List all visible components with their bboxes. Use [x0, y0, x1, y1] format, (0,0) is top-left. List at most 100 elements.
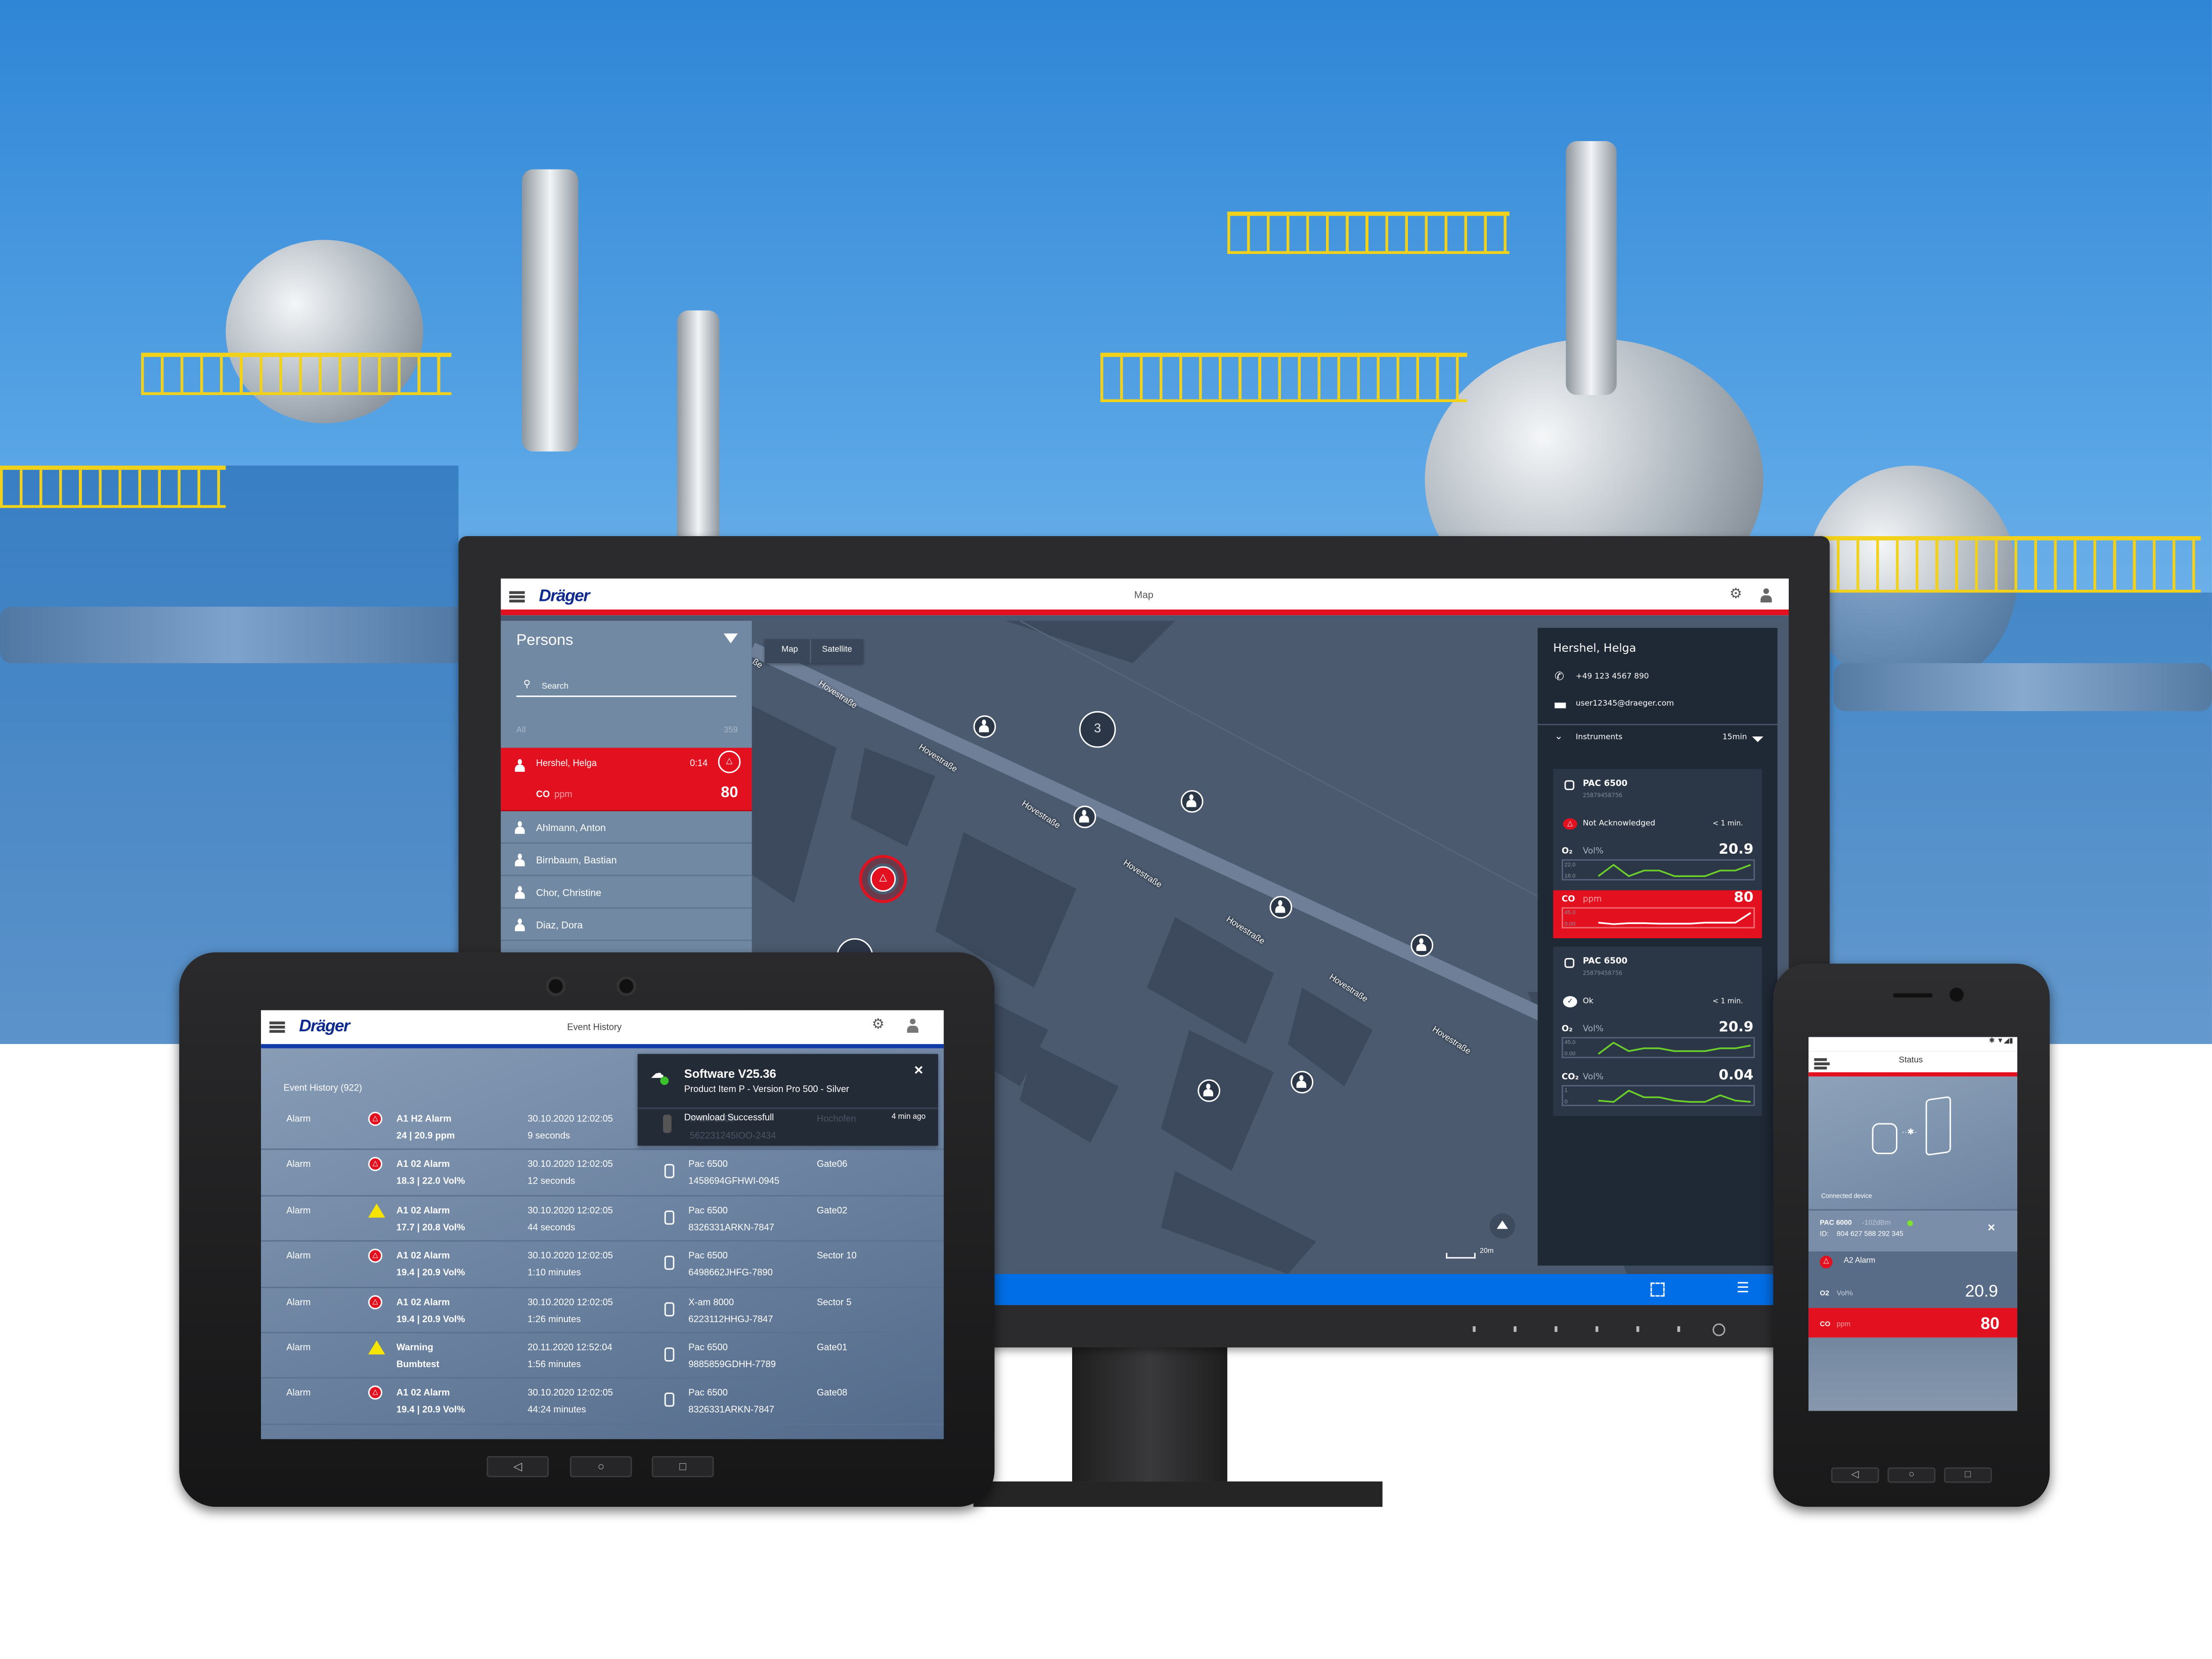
header-title: Event History [567, 1023, 622, 1033]
menu-icon[interactable] [269, 1021, 285, 1033]
instrument-card[interactable]: PAC 6500 25879458756 ✓ Ok < 1 min. O₂ Vol% 20.9… [1553, 946, 1762, 1116]
person-marker[interactable] [1073, 805, 1096, 828]
home-button[interactable]: ○ [569, 1456, 632, 1477]
event-row[interactable]: Alarm A1 02 Alarm 17.7 | 20.8 Vol% 30.10.20… [261, 1196, 944, 1242]
person-item-active[interactable]: Hershel, Helga 0:14 △ CO ppm 80 [501, 748, 752, 811]
event-date: 30.10.2020 12:02:05 [527, 1114, 613, 1125]
device-name: Pac 6500 [688, 1251, 728, 1262]
compass-button[interactable] [1489, 1213, 1515, 1239]
person-marker[interactable] [1410, 934, 1434, 957]
disconnect-icon[interactable]: × [1987, 1220, 1995, 1235]
device-serial: 8326331ARKN-7847 [688, 1406, 775, 1416]
person-item[interactable]: Birnbaum, Bastian [501, 845, 752, 877]
device-icon [664, 1347, 675, 1362]
person-icon [1296, 1075, 1307, 1088]
camera-icon [1950, 987, 1964, 1002]
monitor-stand-base [973, 1481, 1383, 1507]
alarm-a1-icon: △ [368, 1294, 382, 1309]
recents-button[interactable]: □ [1943, 1467, 1992, 1483]
user-icon[interactable] [1760, 588, 1772, 603]
gas-channel-alarm: CO ppm 80 45.0 0.00 [1553, 890, 1762, 939]
gas-label: O₂ [1561, 1024, 1573, 1034]
user-icon[interactable] [907, 1019, 918, 1033]
ghost-serial: 562231245IOO-2434 [690, 1131, 776, 1142]
home-button[interactable]: ○ [1887, 1467, 1936, 1483]
alarm-a1-icon: △ [368, 1157, 382, 1172]
list-export-icon[interactable]: ☰ [1737, 1281, 1749, 1297]
filter-icon[interactable] [724, 633, 738, 644]
search-input[interactable]: ⚲ Search [516, 677, 737, 697]
back-button[interactable]: ◁ [1831, 1467, 1879, 1483]
device-serial: 6498662JHFG-7890 [688, 1269, 773, 1279]
person-icon [1275, 900, 1286, 913]
alarm-timer: 0:14 [690, 759, 708, 769]
event-type: Alarm [286, 1388, 311, 1399]
device-name: Pac 6500 [688, 1206, 728, 1216]
device-serial: 1458694GFHWI-0945 [688, 1177, 780, 1188]
person-icon [1203, 1083, 1213, 1097]
settings-icon[interactable]: ⚙ [1730, 587, 1742, 602]
event-detail: 24 | 20.9 ppm [396, 1131, 455, 1142]
gas-unit: Vol% [1582, 846, 1604, 857]
event-row[interactable]: Alarm △ A1 02 Alarm 18.3 | 22.0 Vol% 30.10.2… [261, 1151, 944, 1196]
status-age: < 1 min. [1712, 997, 1743, 1006]
bluetooth-wifi-signal-battery-icons: ✱ ▼◢▮ [1988, 1037, 2013, 1046]
person-marker[interactable] [1198, 1079, 1220, 1102]
check-icon [660, 1076, 669, 1085]
person-marker[interactable] [1180, 790, 1204, 813]
event-row[interactable]: Alarm △ A1 02 Alarm 19.4 | 20.9 Vol% 30.10.2… [261, 1288, 944, 1334]
event-duration: 44:24 minutes [527, 1406, 586, 1416]
filter-all-label[interactable]: All [516, 727, 526, 735]
alarm-a2-icon: △ [718, 751, 741, 773]
alarm-a2-icon: △ [870, 866, 896, 892]
person-marker[interactable] [973, 715, 996, 738]
event-type: Alarm [286, 1343, 311, 1354]
person-marker[interactable] [1269, 896, 1293, 919]
menu-icon[interactable] [1814, 1058, 1830, 1070]
event-row[interactable]: Alarm △ A1 02 Alarm 19.4 | 20.9 Vol% 30.10.2… [261, 1242, 944, 1288]
close-icon[interactable]: × [914, 1062, 923, 1079]
event-row[interactable]: Alarm △ A1 02 Alarm 19.4 | 20.9 Vol% 30.10.2… [261, 1379, 944, 1425]
email-icon [1555, 703, 1566, 709]
person-item[interactable]: Ahlmann, Anton [501, 813, 752, 844]
alarm-marker[interactable]: △ [859, 855, 907, 903]
tab-satellite[interactable]: Satellite [811, 639, 863, 663]
settings-icon[interactable]: ⚙ [872, 1017, 884, 1033]
event-date: 30.10.2020 12:02:05 [527, 1388, 613, 1399]
earpiece [1893, 993, 1933, 998]
detail-email[interactable]: user12345@draeger.com [1576, 700, 1674, 709]
gas-label: CO [1561, 894, 1575, 905]
scale-label: 20m [1480, 1247, 1494, 1256]
tab-map[interactable]: Map [765, 639, 811, 664]
gas-value: 0.04 [1718, 1068, 1754, 1084]
trend-line [1598, 1041, 1751, 1055]
camera-icon [616, 976, 637, 996]
back-button[interactable]: ◁ [486, 1456, 549, 1477]
focus-icon[interactable] [1650, 1282, 1665, 1297]
event-date: 30.10.2020 12:02:05 [527, 1206, 613, 1216]
recents-button[interactable]: □ [651, 1456, 714, 1477]
instrument-card[interactable]: PAC 6500 25879458756 △ Not Acknowledged < 1 … [1553, 769, 1762, 939]
person-item[interactable]: Chor, Christine [501, 878, 752, 909]
person-marker[interactable] [1291, 1071, 1314, 1094]
alarm-a1-icon: △ [368, 1112, 382, 1126]
event-title: A1 02 Alarm [396, 1297, 450, 1307]
device-icon [664, 1393, 675, 1408]
instruments-label[interactable]: Instruments [1576, 734, 1622, 743]
interval-select[interactable]: 15min [1722, 734, 1747, 743]
o2-unit: Vol% [1836, 1289, 1853, 1298]
caret-down-icon[interactable] [1752, 736, 1763, 743]
ghost-location: Hochofen [817, 1114, 856, 1125]
device-id: 804 627 588 292 345 [1836, 1230, 1904, 1239]
empty-area [1808, 1337, 2017, 1411]
device-row[interactable]: PAC 6000 -102dBm ID: 804 627 588 292 345… [1808, 1209, 2017, 1252]
power-button-icon[interactable] [1712, 1323, 1726, 1336]
notification-toast[interactable]: ☁ Software V25.36 Product Item P - Versi… [637, 1054, 939, 1146]
menu-icon[interactable] [509, 591, 525, 603]
detail-phone[interactable]: +49 123 4567 890 [1576, 673, 1649, 682]
person-name: Hershel, Helga [536, 759, 597, 769]
cluster-marker[interactable]: 3 [1079, 711, 1116, 748]
event-row[interactable]: Alarm Warning Bumbtest 20.11.2020 12:52:04 1… [261, 1333, 944, 1379]
chevron-down-icon[interactable]: ⌄ [1555, 731, 1563, 743]
person-item[interactable]: Diaz, Dora [501, 910, 752, 941]
